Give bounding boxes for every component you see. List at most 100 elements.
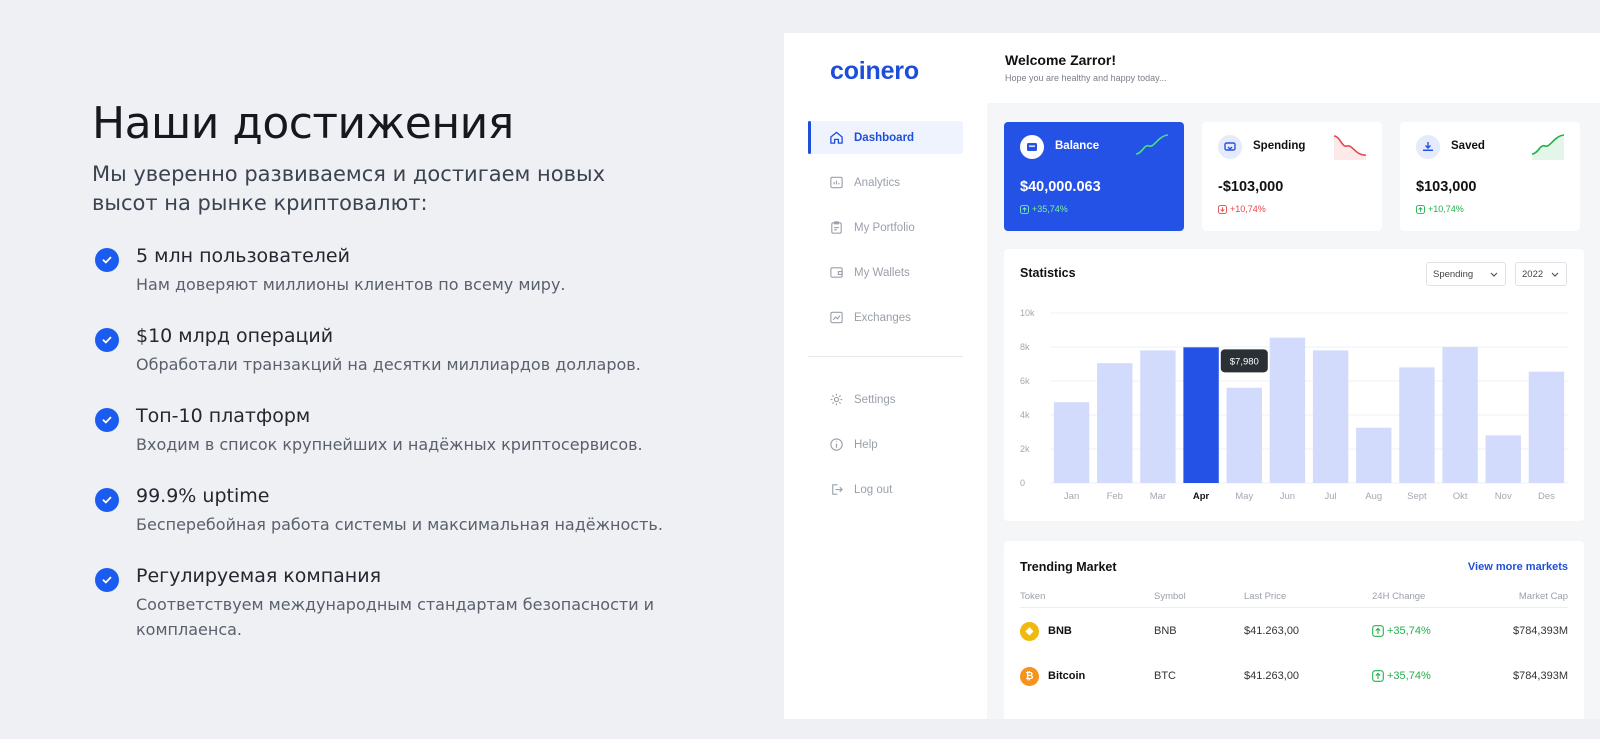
info-icon: [828, 437, 844, 453]
bar-jul: [1312, 350, 1349, 483]
bar-nov: [1485, 435, 1521, 483]
card-change: +10,74%: [1416, 204, 1464, 214]
card-value: -$103,000: [1218, 179, 1284, 195]
token-symbol: BNB: [1154, 625, 1177, 637]
sidebar-item-label: My Portfolio: [854, 221, 915, 234]
bar-aug: [1356, 427, 1392, 483]
achievement-title: 5 млн пользователей: [136, 245, 350, 267]
column-header-symbol: Symbol: [1154, 591, 1186, 602]
page-subtitle: Мы уверенно развиваемся и достигаем новы…: [92, 162, 606, 215]
x-tick-label: Des: [1538, 491, 1555, 502]
sidebar-item-label: Dashboard: [854, 131, 915, 144]
x-tick-label: Nov: [1495, 491, 1512, 502]
column-header-last-price: Last Price: [1244, 591, 1287, 602]
sidebar-divider: [808, 356, 963, 357]
achievement-item: Топ-10 платформ Входим в список крупнейши…: [92, 404, 712, 457]
sidebar-item-analytics[interactable]: Analytics: [808, 166, 963, 199]
bar-apr: [1183, 347, 1219, 483]
card-change-value: +10,74%: [1230, 204, 1266, 214]
achievement-description: Соответствуем международным стандартам б…: [136, 595, 655, 639]
sidebar-item-label: Help: [854, 438, 878, 451]
card-change-value: +35,74%: [1032, 204, 1068, 214]
sidebar-item-log-out[interactable]: Log out: [808, 473, 963, 506]
y-tick-label: 6k: [1020, 376, 1030, 386]
achievement-list: 5 млн пользователей Нам доверяют миллионы…: [92, 244, 712, 642]
achievement-description: Нам доверяют миллионы клиентов по всему …: [136, 275, 566, 294]
statistics-panel: Statistics Spending 2022 0 2k 4k 6k 8k 10k Jan…: [1004, 249, 1584, 521]
last-price: $41.263,00: [1244, 670, 1300, 682]
bar-sept: [1399, 367, 1435, 483]
bar-des: [1528, 371, 1565, 483]
arrow-up-box-icon: [1372, 625, 1384, 637]
card-change: +35,74%: [1020, 204, 1068, 214]
bar-jun: [1269, 337, 1306, 483]
achievement-title: Регулируемая компания: [136, 565, 382, 587]
y-tick-label: 2k: [1020, 444, 1030, 454]
bar-jan: [1053, 402, 1090, 483]
table-header-divider: [1020, 607, 1568, 608]
market-cap: $784,393M: [1512, 625, 1568, 637]
wallet-icon: [828, 265, 844, 281]
sidebar-item-help[interactable]: Help: [808, 428, 963, 461]
card-change-value: +10,74%: [1428, 204, 1464, 214]
achievements-section: Наши достижения Мы уверенно развиваемся …: [92, 96, 712, 669]
card-value: $103,000: [1416, 179, 1477, 195]
sidebar-item-label: Analytics: [854, 176, 901, 189]
logout-icon: [828, 482, 844, 498]
view-more-markets-link[interactable]: View more markets: [1468, 561, 1568, 573]
y-tick-label: 4k: [1020, 410, 1030, 420]
sidebar-item-my-portfolio[interactable]: My Portfolio: [808, 211, 963, 244]
dashboard-window: coinero Dashboard Analytics My Portfolio My…: [784, 33, 1600, 719]
check-circle-icon: [95, 568, 119, 592]
change-24h: +35,74%: [1372, 625, 1431, 637]
header: Welcome Zarror! Hope you are healthy and…: [987, 33, 1600, 103]
y-tick-label: 0: [1020, 478, 1025, 488]
achievement-description: Обработали транзакций на десятки миллиар…: [136, 355, 641, 374]
achievement-title: $10 млрд операций: [136, 325, 334, 347]
sparkline-icon: [1531, 134, 1565, 160]
sidebar-item-label: Exchanges: [854, 311, 911, 324]
achievement-description: Бесперебойная работа системы и максималь…: [136, 515, 663, 534]
exchange-chart-icon: [828, 310, 844, 326]
achievement-item: Регулируемая компания Соответствуем между…: [92, 564, 712, 642]
table-row[interactable]: ◆ BNB BNB $41.263,00 +35,74% $784,393M: [1004, 622, 1584, 646]
sidebar-item-my-wallets[interactable]: My Wallets: [808, 256, 963, 289]
column-header-token: Token: [1020, 591, 1046, 602]
arrow-up-box-icon: [1020, 204, 1029, 214]
bar-mar: [1140, 350, 1176, 483]
spending-icon: [1218, 135, 1242, 159]
token-name: BNB: [1048, 625, 1072, 637]
logo[interactable]: coinero: [830, 57, 919, 86]
column-header-market-cap: Market Cap: [1518, 591, 1568, 602]
clipboard-icon: [828, 220, 844, 236]
bar-okt: [1442, 347, 1478, 483]
x-tick-label: May: [1235, 491, 1253, 502]
home-icon: [828, 130, 844, 146]
card-value: $40,000.063: [1020, 179, 1101, 195]
sidebar-item-exchanges[interactable]: Exchanges: [808, 301, 963, 334]
bar-may: [1226, 387, 1262, 483]
x-tick-label: Aug: [1365, 491, 1382, 502]
achievement-title: Топ-10 платформ: [136, 405, 311, 427]
arrow-up-box-icon: [1372, 670, 1384, 682]
token-name: Bitcoin: [1048, 670, 1086, 682]
table-row[interactable]: ₿ Bitcoin BTC $41.263,00 +35,74% $784,393M: [1004, 667, 1584, 691]
check-circle-icon: [95, 488, 119, 512]
tooltip-value: $7,980: [1230, 356, 1259, 367]
card-saved[interactable]: Saved $103,000 +10,74%: [1400, 122, 1580, 231]
card-balance[interactable]: Balance $40,000.063 +35,74%: [1004, 122, 1184, 231]
card-label: Saved: [1451, 140, 1485, 152]
sidebar-item-label: My Wallets: [854, 266, 910, 279]
achievement-item: $10 млрд операций Обработали транзакций н…: [92, 324, 712, 377]
x-tick-label: Mar: [1150, 491, 1166, 502]
card-label: Balance: [1055, 140, 1100, 152]
bar-feb: [1097, 363, 1133, 483]
sidebar-item-settings[interactable]: Settings: [808, 383, 963, 416]
sidebar-item-dashboard[interactable]: Dashboard: [808, 121, 963, 154]
card-spending[interactable]: Spending -$103,000 +10,74%: [1202, 122, 1382, 231]
trending-market-panel: Trending Market View more markets Token …: [1004, 541, 1584, 719]
change-24h-value: +35,74%: [1387, 670, 1431, 682]
arrow-up-box-icon: [1416, 204, 1425, 214]
card-label: Spending: [1253, 140, 1306, 152]
sidebar-item-label: Log out: [854, 483, 893, 496]
